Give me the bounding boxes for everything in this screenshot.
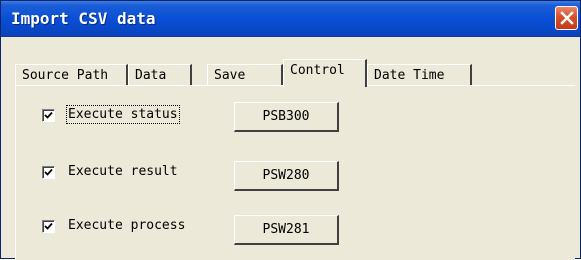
checkmark-icon — [44, 111, 53, 119]
execute-result-checkbox[interactable] — [42, 166, 55, 179]
control-row-execute-result: Execute result PSW280 — [16, 157, 575, 191]
tab-label: Data — [135, 68, 167, 83]
import-csv-dialog: Import CSV data Source Path Data Save Co… — [0, 0, 581, 260]
window-title: Import CSV data — [11, 9, 156, 28]
control-tab-panel: Execute status PSB300 Execute result PSW… — [15, 85, 575, 260]
control-row-execute-status: Execute status PSB300 — [16, 100, 575, 132]
tab-control[interactable]: Control — [283, 59, 367, 87]
execute-result-label[interactable]: Execute result — [68, 164, 178, 179]
tab-date-time[interactable]: Date Time — [367, 64, 472, 86]
execute-status-label[interactable]: Execute status — [66, 105, 180, 124]
tab-label: Control — [290, 63, 345, 78]
tab-strip: Source Path Data Save Control Date Time — [15, 59, 485, 87]
tab-save[interactable]: Save — [207, 64, 283, 86]
tab-label: Date Time — [374, 68, 445, 83]
tab-source-path[interactable]: Source Path — [15, 64, 128, 86]
psb300-button[interactable]: PSB300 — [234, 102, 339, 132]
checkmark-icon — [44, 222, 53, 230]
psw280-button[interactable]: PSW280 — [234, 161, 339, 191]
control-row-execute-process: Execute process PSW281 — [16, 211, 575, 245]
close-icon — [560, 11, 574, 25]
checkmark-icon — [44, 168, 53, 176]
tab-label: Source Path — [22, 68, 109, 83]
title-bar[interactable]: Import CSV data — [1, 1, 580, 37]
execute-status-checkbox[interactable] — [42, 109, 55, 122]
execute-process-label[interactable]: Execute process — [68, 218, 185, 233]
psw281-button[interactable]: PSW281 — [234, 215, 339, 245]
execute-process-checkbox[interactable] — [42, 220, 55, 233]
tab-label: Save — [214, 68, 246, 83]
close-button[interactable] — [555, 6, 578, 30]
tab-data[interactable]: Data — [128, 64, 192, 86]
